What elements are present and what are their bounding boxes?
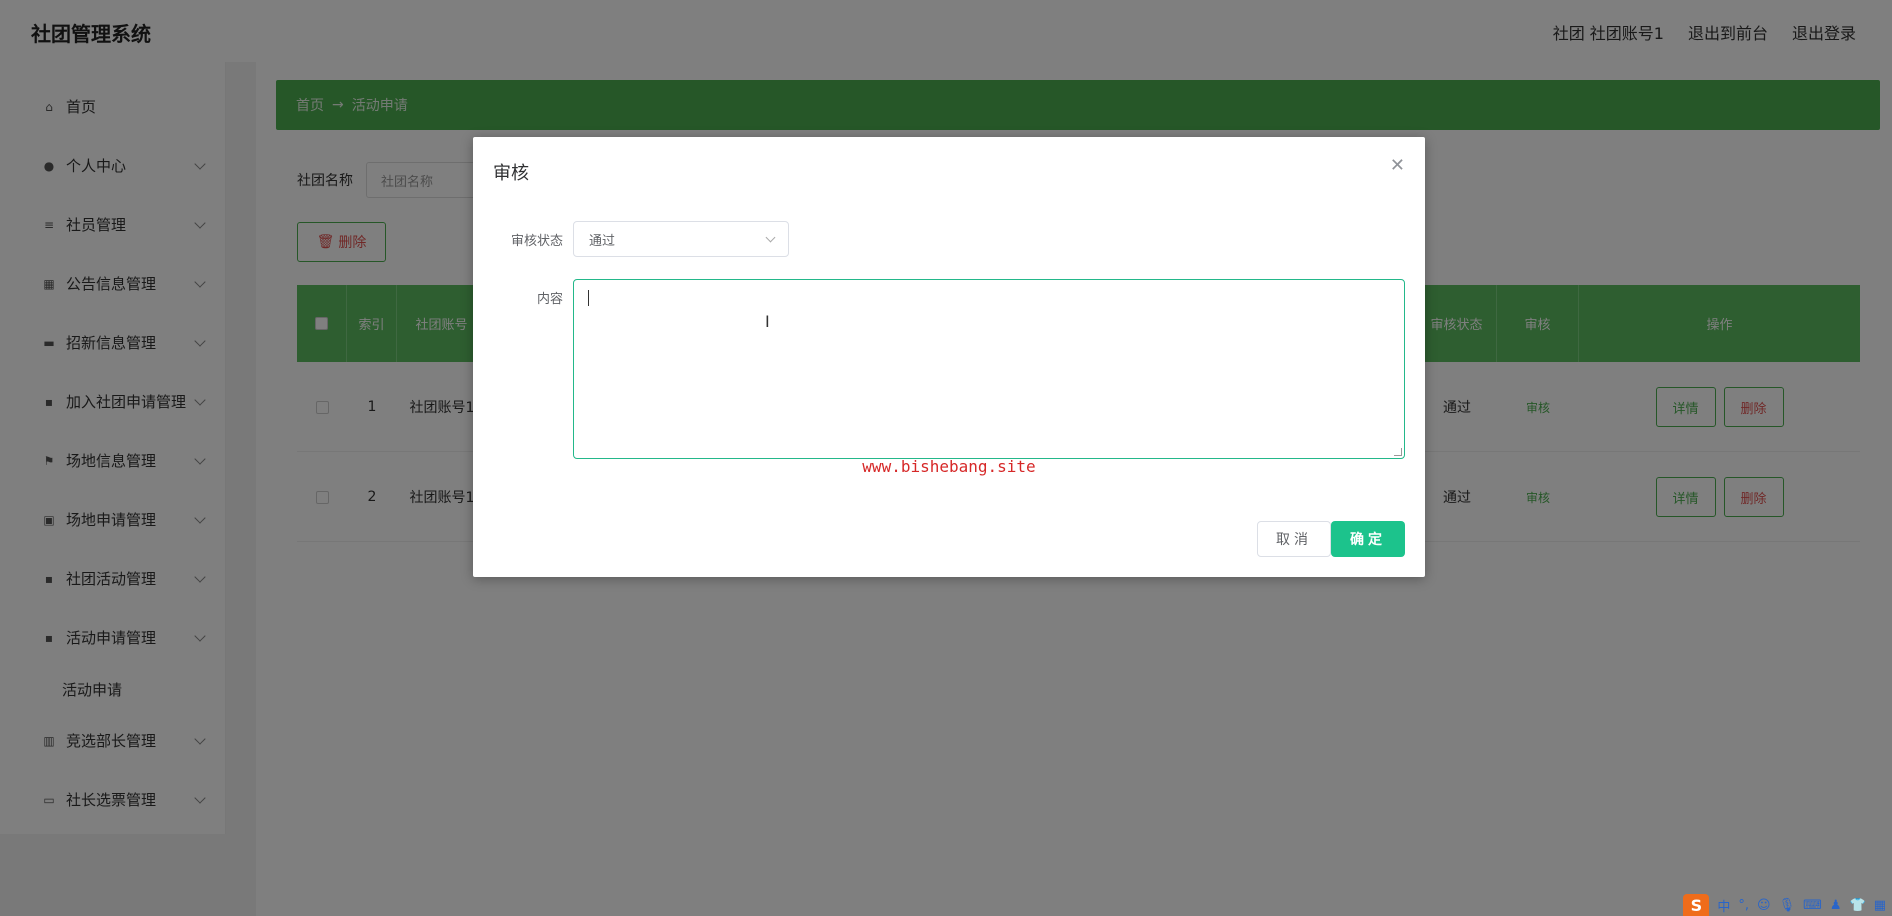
microphone-icon[interactable]: 🎙 [1779, 898, 1796, 913]
skin-icon[interactable]: 👕 [1850, 898, 1866, 913]
content-field-label: 内容 [536, 292, 563, 307]
keyboard-icon[interactable]: ⌨ [1803, 898, 1822, 913]
toolbox-icon[interactable]: ♟ [1830, 898, 1842, 913]
status-field-label: 审核状态 [510, 234, 563, 249]
close-icon[interactable]: ✕ [1390, 155, 1405, 176]
text-cursor-icon: I [765, 312, 770, 331]
text-caret [588, 290, 589, 306]
sogou-ime-logo-icon[interactable]: S [1683, 894, 1710, 916]
cancel-button[interactable]: 取消 [1257, 521, 1331, 557]
watermark-text: www.bishebang.site [862, 457, 1036, 476]
chevron-down-icon [765, 232, 776, 243]
status-select[interactable]: 通过 [573, 221, 789, 257]
confirm-button[interactable]: 确定 [1331, 521, 1405, 557]
menu-grid-icon[interactable]: ▦ [1874, 898, 1886, 913]
ime-mode-indicator[interactable]: 中 [1717, 896, 1730, 915]
ime-tray: S 中 °, ☺ 🎙 ⌨ ♟ 👕 ▦ [1677, 894, 1892, 916]
status-select-value: 通过 [589, 233, 616, 249]
resize-handle-icon[interactable] [1394, 448, 1402, 456]
audit-dialog: 审核 ✕ 审核状态 通过 内容 I www.bishebang.site 取消 … [473, 137, 1425, 577]
punctuation-icon[interactable]: °, [1738, 898, 1749, 913]
content-textarea[interactable] [573, 279, 1405, 459]
emoji-icon[interactable]: ☺ [1757, 898, 1771, 913]
dialog-title: 审核 [493, 163, 529, 184]
